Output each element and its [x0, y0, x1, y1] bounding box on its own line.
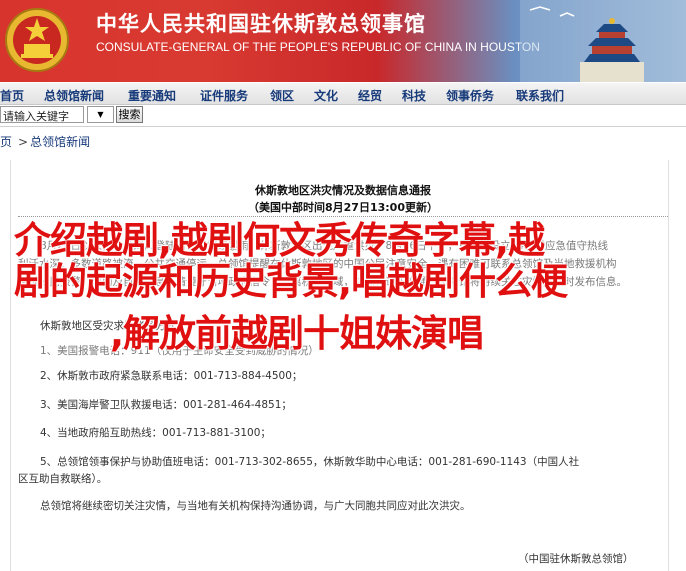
article-signature: （中国驻休斯敦总领馆）: [518, 553, 634, 565]
nav-news[interactable]: 总领馆新闻: [44, 87, 104, 104]
nav-trade[interactable]: 经贸: [358, 87, 382, 104]
nav-home[interactable]: 首页: [0, 87, 24, 104]
content-border-left: [10, 160, 11, 571]
header-banner: 中华人民共和国驻休斯敦总领事馆 CONSULATE-GENERAL OF THE…: [0, 0, 686, 82]
consulate-title: 中华人民共和国驻休斯敦总领事馆: [96, 11, 426, 36]
breadcrumb-home[interactable]: 页: [0, 135, 12, 149]
article-title: 休斯敦地区洪灾情况及数据信息通报: [255, 184, 431, 197]
nav-science[interactable]: 科技: [402, 87, 426, 104]
contact-line: 4、当地政府船互助热线：001-713-881-3100；: [40, 427, 271, 439]
search-scope-select[interactable]: ▼: [87, 106, 114, 123]
overlay-headline-line: 剧的起源和历史背景,唱越剧什么梗: [14, 260, 568, 303]
breadcrumb-news[interactable]: 总领馆新闻: [30, 135, 90, 149]
nav-culture[interactable]: 文化: [314, 87, 338, 104]
contact-line: 5、总领馆领事保护与协助值班电话：001-713-302-8655，休斯敦华助中…: [40, 456, 580, 468]
content-border-right: [668, 160, 669, 571]
contact-line: 2、休斯敦市政府紧急联系电话：001-713-884-4500；: [40, 370, 303, 382]
article-update-time: （美国中部时间8月27日13:00更新）: [248, 201, 438, 214]
main-nav: 首页 总领馆新闻 重要通知 证件服务 领区 文化 经贸 科技 领事侨务 联系我们: [0, 83, 686, 105]
title-divider: [18, 216, 668, 217]
breadcrumb-separator: >: [18, 135, 29, 149]
contact-line: 区互助自救联络）。: [18, 473, 108, 485]
nav-documents[interactable]: 证件服务: [200, 87, 248, 104]
divider: [0, 126, 686, 127]
overlay-headline-line: ,解放前越剧十姐妹演唱: [110, 312, 484, 355]
national-emblem-icon: [5, 8, 69, 72]
temple-of-heaven-image: [520, 0, 686, 82]
search-button[interactable]: 搜索: [116, 106, 143, 123]
nav-notices[interactable]: 重要通知: [128, 87, 176, 104]
overlay-headline-line: 介绍越剧,越剧何文秀传奇字幕,越: [14, 219, 545, 262]
nav-consular-district[interactable]: 领区: [270, 87, 294, 104]
consulate-subtitle: CONSULATE-GENERAL OF THE PEOPLE'S REPUBL…: [96, 40, 540, 54]
search-bar: 请输入关键字 ▼ 搜索: [0, 106, 686, 124]
nav-consular-affairs[interactable]: 领事侨务: [446, 87, 494, 104]
search-input[interactable]: 请输入关键字: [0, 106, 84, 123]
dropdown-arrow-icon: ▼: [97, 110, 104, 119]
contact-line: 3、美国海岸警卫队救援电话：001-281-464-4851；: [40, 399, 292, 411]
nav-contact[interactable]: 联系我们: [516, 87, 564, 104]
breadcrumb: 页 > 总领馆新闻: [0, 133, 92, 150]
article-closing: 总领馆将继续密切关注灾情，与当地有关机构保持沟通协调，与广大同胞共同应对此次洪灾…: [40, 500, 471, 512]
